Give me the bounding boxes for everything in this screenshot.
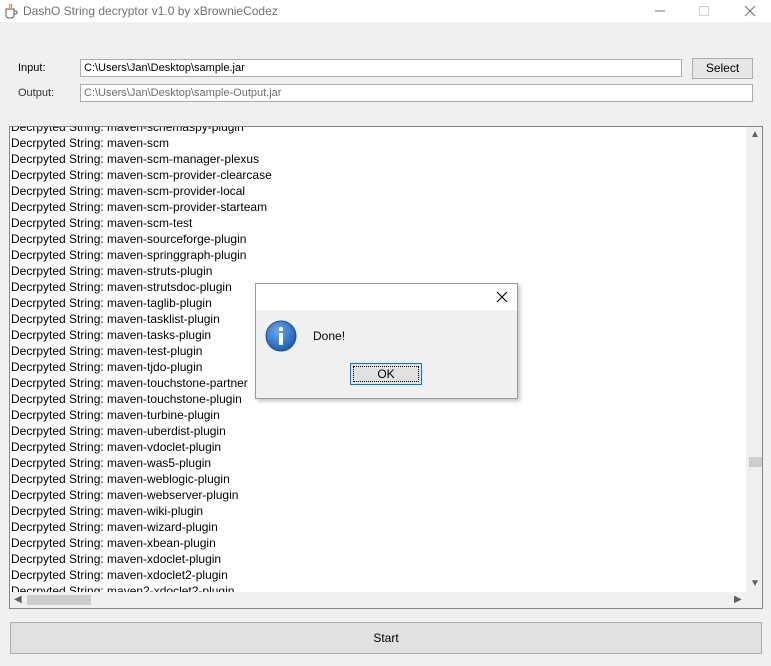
- log-line: Decrpyted String: maven-wiki-plugin: [11, 504, 204, 518]
- dialog-message: Done!: [313, 329, 346, 343]
- scroll-right-icon[interactable]: ▶: [734, 595, 742, 605]
- dialog-title-bar: [256, 284, 517, 310]
- log-line: Decrpyted String: maven-vdoclet-plugin: [11, 440, 222, 454]
- horizontal-scroll-thumb[interactable]: [27, 595, 91, 605]
- input-field[interactable]: C:\Users\Jan\Desktop\sample.jar: [80, 59, 682, 77]
- log-line: Decrpyted String: maven-was5-plugin: [11, 456, 212, 470]
- window-title: DashO String decryptor v1.0 by xBrownieC…: [23, 4, 278, 18]
- maximize-button[interactable]: [681, 0, 727, 22]
- java-cup-icon: [5, 3, 18, 19]
- minimize-button[interactable]: [637, 0, 683, 22]
- log-line: Decrpyted String: maven-schemaspy-plugin: [11, 126, 244, 134]
- log-line: Decrpyted String: maven-struts-plugin: [11, 264, 213, 278]
- log-line: Decrpyted String: maven-weblogic-plugin: [11, 472, 230, 486]
- maximize-icon: [699, 6, 709, 16]
- ok-button[interactable]: OK: [350, 363, 422, 385]
- log-line: Decrpyted String: maven-xdoclet2-plugin: [11, 568, 228, 582]
- input-label: Input:: [18, 62, 46, 74]
- log-line: Decrpyted String: maven-turbine-plugin: [11, 408, 220, 422]
- close-icon: [744, 5, 756, 17]
- message-dialog: Done! OK: [255, 283, 518, 399]
- vertical-scrollbar[interactable]: ▲ ▼: [746, 127, 762, 592]
- scroll-down-icon[interactable]: ▼: [750, 579, 760, 589]
- vertical-scroll-thumb[interactable]: [749, 457, 762, 467]
- start-button[interactable]: Start: [10, 622, 762, 654]
- log-line: Decrpyted String: maven-springgraph-plug…: [11, 248, 247, 262]
- log-line: Decrpyted String: maven-scm-manager-plex…: [11, 152, 260, 166]
- log-line: Decrpyted String: maven-xdoclet-plugin: [11, 552, 222, 566]
- close-icon[interactable]: [494, 289, 510, 305]
- log-line: Decrpyted String: maven-scm-test: [11, 216, 193, 230]
- log-line: Decrpyted String: maven-scm-provider-cle…: [11, 168, 272, 182]
- log-line: Decrpyted String: maven-scm-provider-loc…: [11, 184, 246, 198]
- minimize-icon: [655, 10, 665, 12]
- log-line: Decrpyted String: maven-wizard-plugin: [11, 520, 218, 534]
- scroll-corner: [746, 592, 762, 608]
- horizontal-scrollbar[interactable]: ◀ ▶: [10, 592, 748, 608]
- log-line: Decrpyted String: maven-xbean-plugin: [11, 536, 216, 550]
- info-icon: [265, 320, 297, 352]
- title-bar: DashO String decryptor v1.0 by xBrownieC…: [0, 0, 771, 22]
- output-label: Output:: [18, 87, 55, 99]
- output-field[interactable]: C:\Users\Jan\Desktop\sample-Output.jar: [80, 84, 753, 102]
- log-line: Decrpyted String: maven-scm-provider-sta…: [11, 200, 268, 214]
- scroll-up-icon[interactable]: ▲: [750, 130, 760, 140]
- close-button[interactable]: [727, 0, 771, 22]
- select-button[interactable]: Select: [692, 58, 753, 79]
- log-line: Decrpyted String: maven-scm: [11, 136, 170, 150]
- scroll-left-icon[interactable]: ◀: [14, 595, 22, 605]
- log-line: Decrpyted String: maven-sourceforge-plug…: [11, 232, 247, 246]
- log-line: Decrpyted String: maven-webserver-plugin: [11, 488, 239, 502]
- log-line: Decrpyted String: maven-uberdist-plugin: [11, 424, 226, 438]
